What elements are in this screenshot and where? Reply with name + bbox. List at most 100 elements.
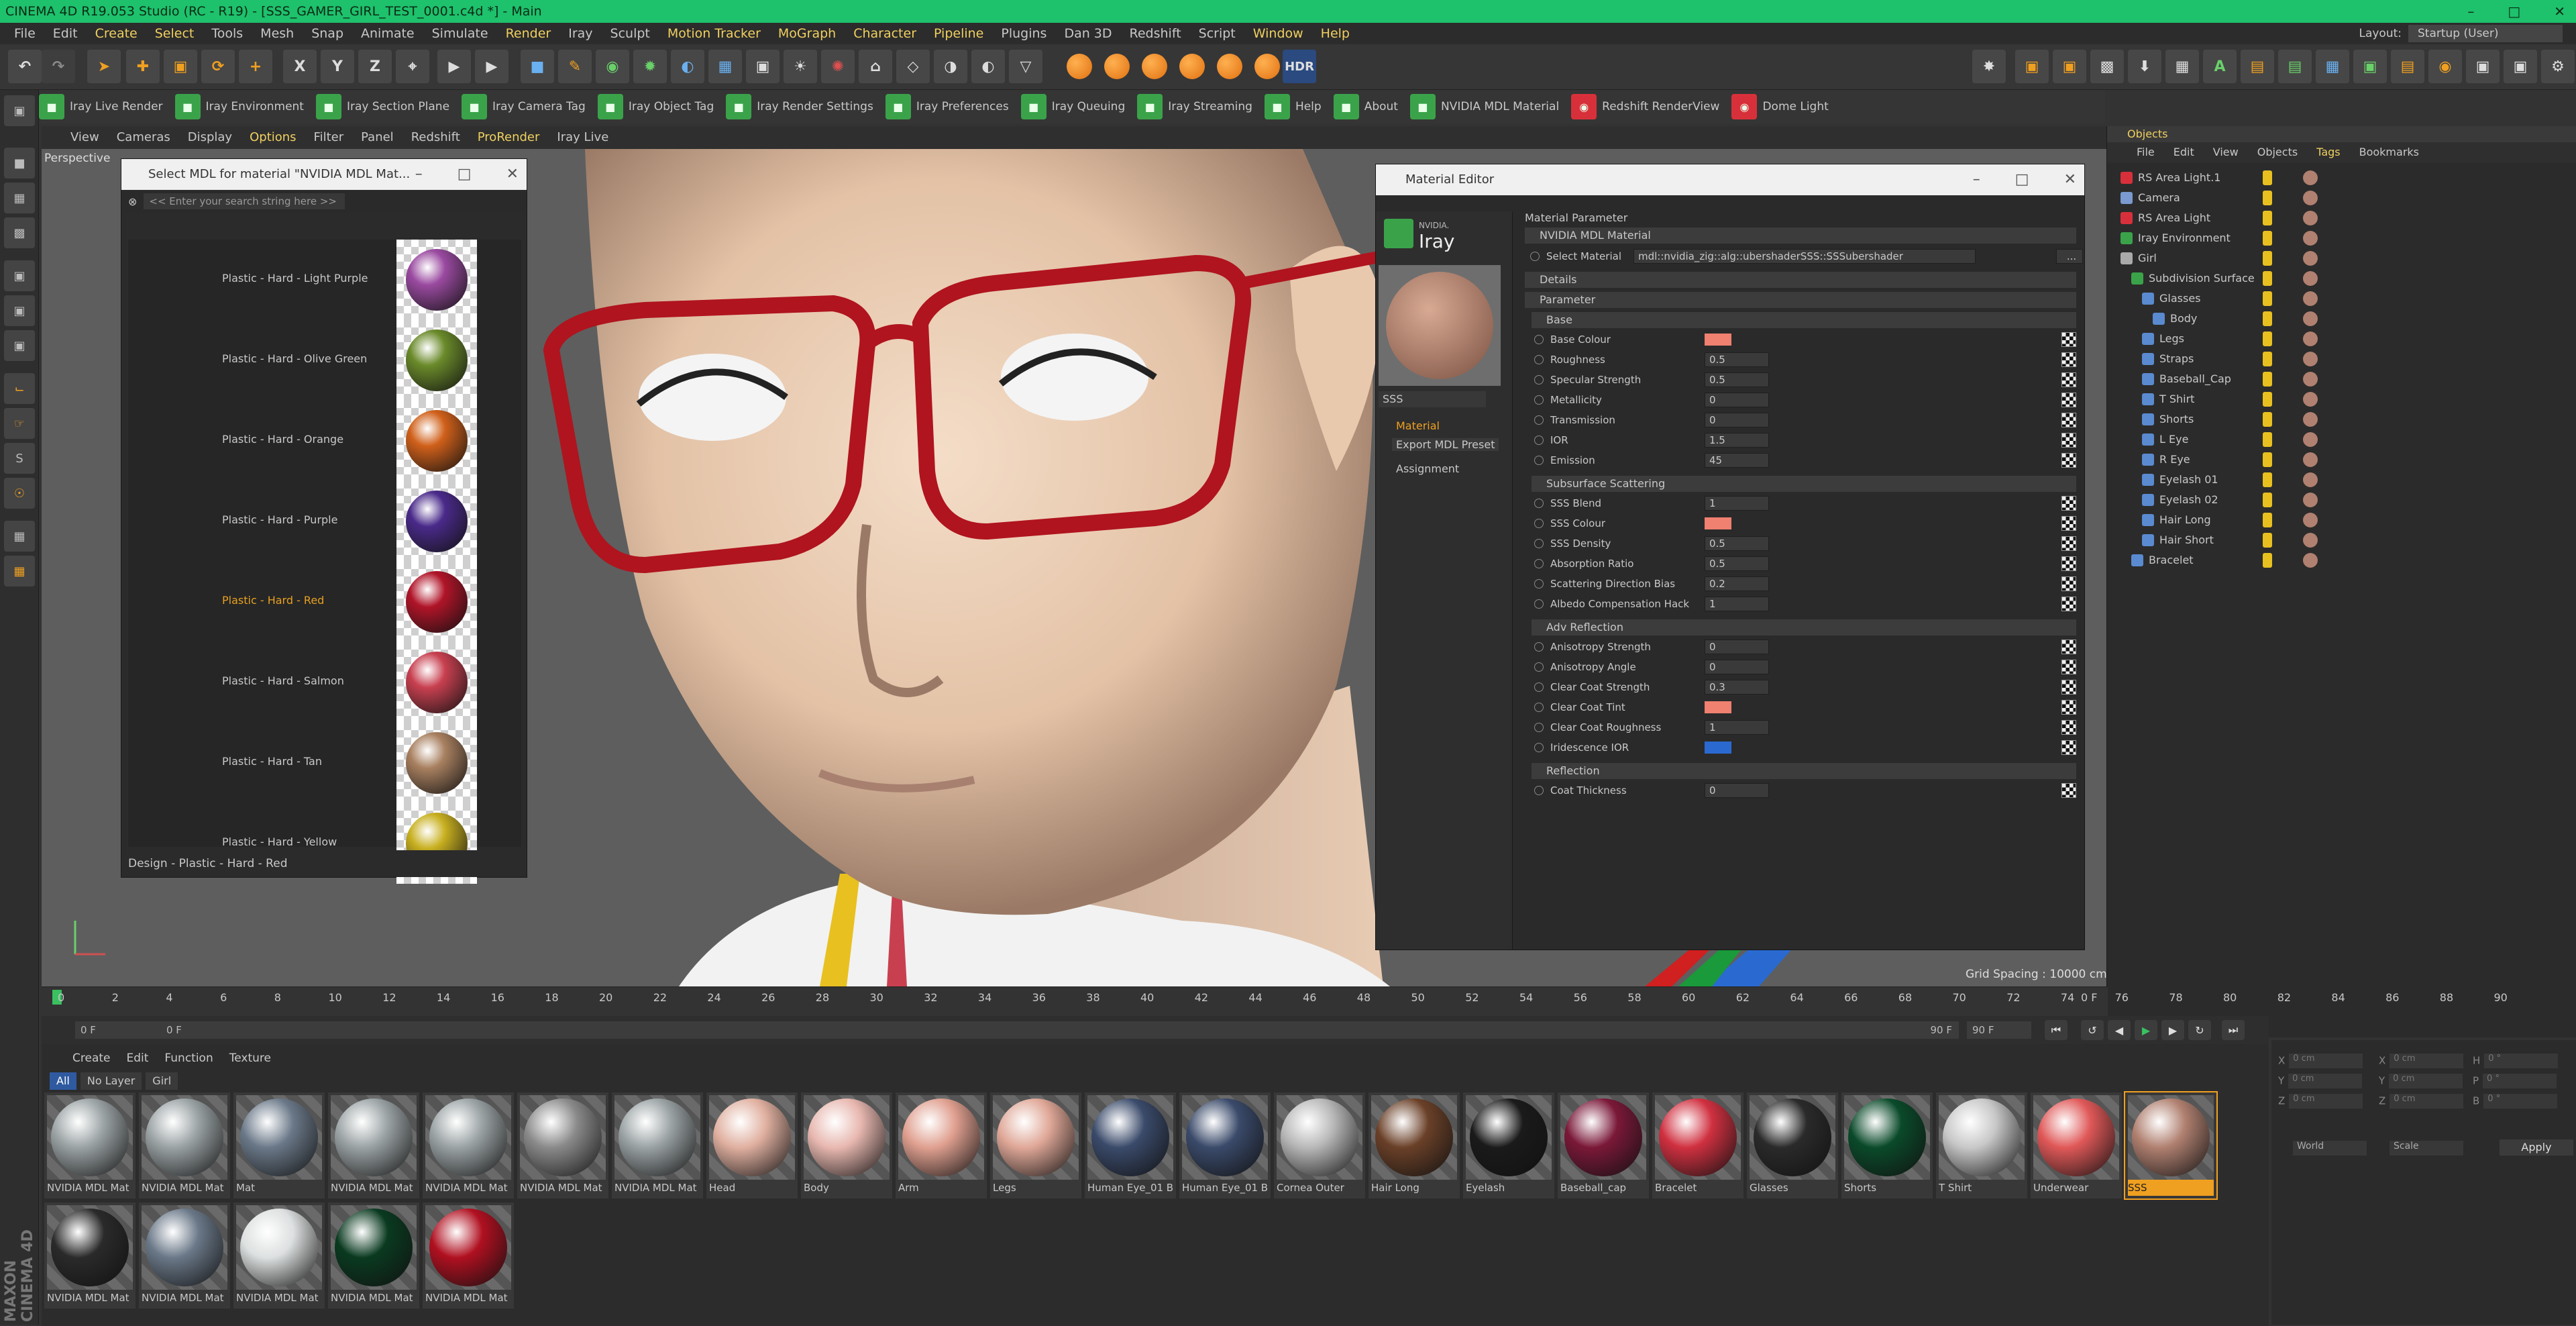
object-tree-item[interactable]: Hair Long — [2142, 510, 2211, 530]
material-menu-edit[interactable]: Edit — [119, 1048, 157, 1068]
material-thumbnail[interactable]: Hair Long — [1368, 1092, 1460, 1198]
render-orb-icon[interactable] — [1179, 54, 1205, 79]
mdl-list-item[interactable]: Plastic - Hard - Salmon — [128, 642, 521, 723]
mdl-search-input[interactable]: << Enter your search string here >> — [144, 193, 345, 209]
param-value-field[interactable]: 0 — [1705, 640, 1769, 654]
param-radio-icon[interactable] — [1534, 415, 1544, 425]
mdl-list-item[interactable]: Plastic - Hard - Orange — [128, 401, 521, 481]
param-radio-icon[interactable] — [1534, 743, 1544, 752]
param-radio-icon[interactable] — [1534, 395, 1544, 405]
material-thumbnail[interactable]: SSS — [2124, 1091, 2218, 1200]
object-tree-item[interactable]: T Shirt — [2142, 389, 2194, 409]
material-name-field[interactable]: SSS — [1379, 391, 1486, 407]
texture-checker-icon[interactable] — [2061, 576, 2076, 591]
texture-checker-icon[interactable] — [2061, 413, 2076, 427]
package-icon[interactable]: ▣ — [2353, 50, 2387, 83]
material-thumbnail[interactable]: Arm — [896, 1092, 987, 1198]
plugin-iray-queuing[interactable]: ■ Iray Queuing — [1020, 94, 1125, 119]
x-axis-icon[interactable]: X — [283, 50, 317, 83]
plugin-iray-render-settings[interactable]: ■ Iray Render Settings — [726, 94, 873, 119]
viewport-menu-prorender[interactable]: ProRender — [469, 126, 549, 149]
param-radio-icon[interactable] — [1534, 662, 1544, 672]
menu-mograph[interactable]: MoGraph — [769, 23, 845, 44]
menu-select[interactable]: Select — [146, 23, 203, 44]
axis-icon[interactable]: ⌙ — [4, 373, 35, 404]
go-to-start-icon[interactable]: ⏮ — [2045, 1020, 2068, 1040]
workplane-icon[interactable]: ▩ — [4, 217, 35, 248]
maximize-icon[interactable]: □ — [2508, 0, 2520, 23]
make-editable-icon[interactable]: ▣ — [4, 95, 35, 126]
visibility-dot-icon[interactable] — [2263, 372, 2272, 387]
material-tag-icon[interactable] — [2303, 533, 2318, 548]
menu-redshift[interactable]: Redshift — [1121, 23, 1190, 44]
channel-assignment[interactable]: Assignment — [1396, 462, 1459, 475]
grid-icon[interactable]: ▦ — [2165, 50, 2199, 83]
mdl-material-list[interactable]: Plastic - Hard - Light Purple Plastic - H… — [128, 240, 521, 884]
visibility-dot-icon[interactable] — [2263, 291, 2272, 306]
script-icon[interactable]: ▤ — [2278, 50, 2312, 83]
param-radio-icon[interactable] — [1534, 456, 1544, 465]
mdl-list-item[interactable]: Plastic - Hard - Red — [128, 562, 521, 642]
texture-checker-icon[interactable] — [2061, 660, 2076, 674]
param-value-field[interactable]: 1.5 — [1705, 433, 1769, 448]
minimize-icon[interactable]: – — [1973, 164, 1980, 195]
param-value-field[interactable]: 1 — [1705, 720, 1769, 735]
material-thumbnail[interactable]: NVIDIA MDL Mat — [233, 1203, 325, 1309]
object-tree-item[interactable]: Iray Environment — [2121, 228, 2231, 248]
menu-pipeline[interactable]: Pipeline — [925, 23, 992, 44]
add-object-icon[interactable]: + — [239, 50, 272, 83]
object-tree-item[interactable]: Glasses — [2142, 289, 2201, 309]
align-icon[interactable]: ▤ — [2391, 50, 2424, 83]
menu-dan-3d[interactable]: Dan 3D — [1055, 23, 1120, 44]
model-mode-icon[interactable]: ■ — [4, 148, 35, 178]
texture-checker-icon[interactable] — [2061, 640, 2076, 654]
param-radio-icon[interactable] — [1534, 703, 1544, 712]
visibility-dot-icon[interactable] — [2263, 211, 2272, 225]
param-value-field[interactable]: 0.5 — [1705, 536, 1769, 551]
cube-icon[interactable]: ■ — [521, 50, 554, 83]
moon-icon[interactable]: ◑ — [934, 50, 967, 83]
plugin-dome-light[interactable]: ◉ Dome Light — [1731, 94, 1829, 119]
move-icon[interactable]: ✚ — [126, 50, 160, 83]
visibility-dot-icon[interactable] — [2263, 452, 2272, 467]
param-radio-icon[interactable] — [1534, 599, 1544, 609]
param-radio-icon[interactable] — [1534, 723, 1544, 732]
material-filter-girl[interactable]: Girl — [146, 1072, 178, 1090]
param-radio-icon[interactable] — [1534, 519, 1544, 528]
coord-value-field[interactable]: 0 cm — [2288, 1074, 2363, 1088]
render-orb-icon[interactable] — [1142, 54, 1167, 79]
z-axis-icon[interactable]: Z — [358, 50, 392, 83]
menu-create[interactable]: Create — [87, 23, 146, 44]
param-radio-icon[interactable] — [1530, 252, 1540, 261]
param-color-swatch[interactable] — [1705, 517, 1731, 529]
object-tree-item[interactable]: Eyelash 02 — [2142, 490, 2218, 510]
material-thumbnail[interactable]: Eyelash — [1463, 1092, 1554, 1198]
mdl-list-item[interactable]: Plastic - Hard - Light Purple — [128, 240, 521, 320]
material-tag-icon[interactable] — [2303, 271, 2318, 286]
frame-range-slider[interactable]: 0 F 90 F — [161, 1021, 1959, 1039]
param-value-field[interactable]: 0 — [1705, 393, 1769, 407]
floor-icon[interactable]: ▦ — [708, 50, 742, 83]
material-thumbnail[interactable]: NVIDIA MDL Mat — [328, 1092, 419, 1198]
viewport-menu-cameras[interactable]: Cameras — [108, 126, 179, 149]
texture-checker-icon[interactable] — [2061, 597, 2076, 611]
render-view-icon[interactable]: ▶ — [437, 50, 471, 83]
mdl-material-section[interactable]: NVIDIA MDL Material — [1525, 227, 2076, 244]
render-picture-viewer-icon[interactable]: ▶ — [475, 50, 508, 83]
param-radio-icon[interactable] — [1534, 436, 1544, 445]
object-tree-item[interactable]: Hair Short — [2142, 530, 2214, 550]
material-thumbnail[interactable]: NVIDIA MDL Mat — [423, 1092, 514, 1198]
coord-value-field[interactable]: 0 cm — [2390, 1054, 2464, 1068]
material-thumbnail[interactable]: NVIDIA MDL Mat — [44, 1092, 136, 1198]
objects-menu-view[interactable]: View — [2204, 142, 2248, 162]
select-material-field[interactable]: mdl::nvidia_zig::alg::ubershaderSSS::SSS… — [1633, 249, 1976, 264]
menu-render[interactable]: Render — [497, 23, 560, 44]
param-color-swatch[interactable] — [1705, 334, 1731, 346]
material-thumbnail[interactable]: Bracelet — [1652, 1092, 1743, 1198]
menu-simulate[interactable]: Simulate — [423, 23, 497, 44]
lock-icon[interactable]: ☉ — [4, 478, 35, 509]
objects-menu-tags[interactable]: Tags — [2307, 142, 2349, 162]
visibility-dot-icon[interactable] — [2263, 432, 2272, 447]
param-radio-icon[interactable] — [1534, 375, 1544, 385]
texture-checker-icon[interactable] — [2061, 740, 2076, 755]
